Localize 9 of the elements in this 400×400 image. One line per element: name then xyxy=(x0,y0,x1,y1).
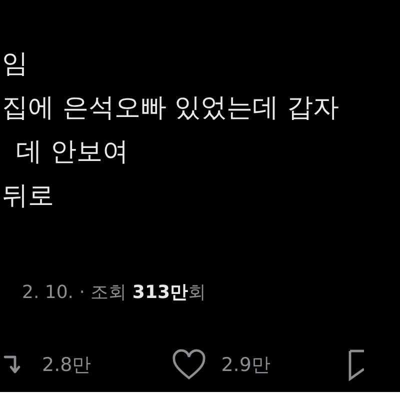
tweet-text-line: 집에 은석오빠 있었는데 갑자 xyxy=(2,92,339,125)
like-count: 2.9만 xyxy=(221,353,270,378)
heart-icon[interactable] xyxy=(171,349,208,381)
tweet-text-line: 데 안보여 xyxy=(16,136,128,169)
bookmark-icon[interactable] xyxy=(348,349,364,381)
post-date-views: 2. 10. · 조회 313만회 xyxy=(22,281,206,304)
tweet-text-line: 뒤로 xyxy=(2,180,54,213)
retweet-count: 2.8만 xyxy=(42,353,92,378)
tweet-text-line: 임 xyxy=(2,48,28,81)
